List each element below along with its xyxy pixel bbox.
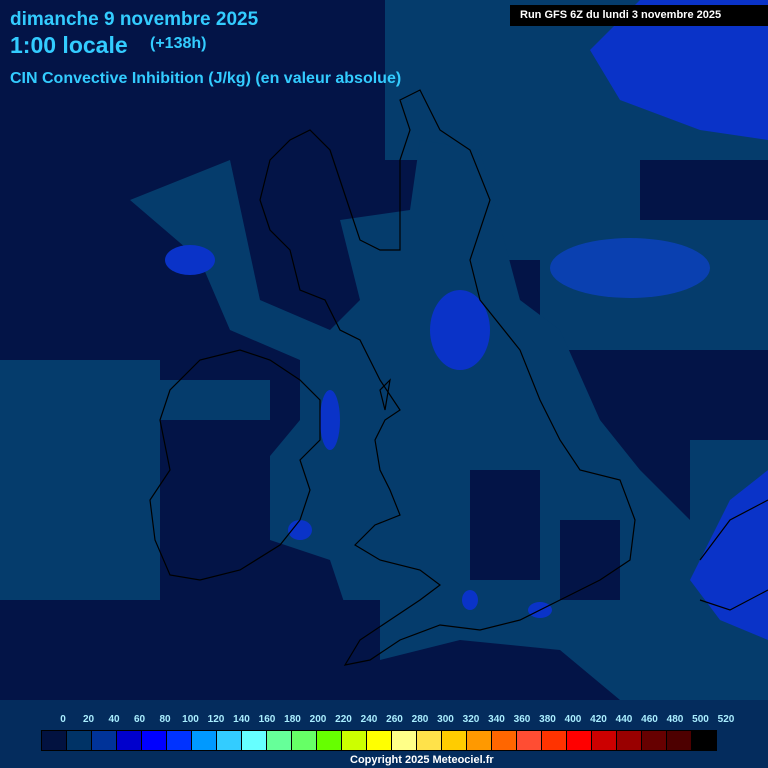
legend-swatch (167, 731, 192, 750)
legend-label: 20 (82, 714, 95, 725)
legend-label: 260 (386, 714, 403, 725)
legend-swatch (417, 731, 442, 750)
legend-label: 60 (133, 714, 146, 725)
legend-label: 40 (108, 714, 120, 725)
legend-labels: 0 20 40 60 80 100 120 140 160 180 200 220 240 260 280 3… (0, 714, 768, 728)
legend-label: 180 (284, 714, 301, 725)
legend-swatch (517, 731, 542, 750)
forecast-date: dimanche 9 novembre 2025 (10, 9, 259, 30)
legend-label: 480 (666, 714, 684, 725)
legend-label: 360 (513, 714, 531, 725)
legend-swatch (67, 731, 92, 750)
legend-label: 380 (539, 714, 556, 725)
legend-label: 440 (615, 714, 633, 725)
color-scale-legend (41, 730, 717, 751)
legend-swatch (392, 731, 417, 750)
legend-swatch (217, 731, 242, 750)
cin-field-map (0, 0, 768, 768)
forecast-lead-time: (+138h) (150, 35, 207, 52)
legend-label: 0 (60, 714, 66, 725)
legend-swatch (317, 731, 342, 750)
legend-swatch (442, 731, 467, 750)
legend-label: 160 (258, 714, 276, 725)
legend-label: 460 (641, 714, 658, 725)
legend-swatch (192, 731, 217, 750)
legend-swatch (567, 731, 592, 750)
forecast-local-time: 1:00 locale (10, 32, 128, 58)
legend-label: 220 (335, 714, 352, 725)
legend-swatch (292, 731, 317, 750)
legend-swatch (642, 731, 667, 750)
legend-label: 140 (233, 714, 250, 725)
legend-swatch (42, 731, 67, 750)
legend-swatch (342, 731, 367, 750)
legend-swatch (367, 731, 392, 750)
legend-label: 500 (692, 714, 709, 725)
legend-label: 80 (159, 714, 171, 725)
legend-swatch (542, 731, 567, 750)
legend-label: 520 (717, 714, 735, 725)
legend-swatch (492, 731, 517, 750)
model-run-label: Run GFS 6Z du lundi 3 novembre 2025 (510, 5, 768, 26)
legend-swatch (467, 731, 492, 750)
legend-label: 300 (437, 714, 454, 725)
legend-swatch (142, 731, 167, 750)
legend-label: 240 (360, 714, 378, 725)
legend-label: 340 (488, 714, 505, 725)
legend-label: 280 (411, 714, 429, 725)
legend-label: 120 (207, 714, 225, 725)
legend-swatch (242, 731, 267, 750)
legend-swatch (267, 731, 292, 750)
legend-label: 320 (462, 714, 480, 725)
legend-swatch (92, 731, 117, 750)
weather-map: dimanche 9 novembre 2025 1:00 locale (+1… (0, 0, 768, 768)
parameter-title: CIN Convective Inhibition (J/kg) (en val… (10, 70, 402, 87)
legend-label: 100 (182, 714, 199, 725)
legend-label: 200 (309, 714, 327, 725)
legend-swatch (692, 731, 716, 750)
legend-swatch (667, 731, 692, 750)
copyright: Copyright 2025 Meteociel.fr (350, 754, 494, 766)
legend-label: 420 (590, 714, 607, 725)
legend-swatch (617, 731, 642, 750)
legend-label: 400 (564, 714, 582, 725)
legend-swatch (592, 731, 617, 750)
legend-swatch (117, 731, 142, 750)
